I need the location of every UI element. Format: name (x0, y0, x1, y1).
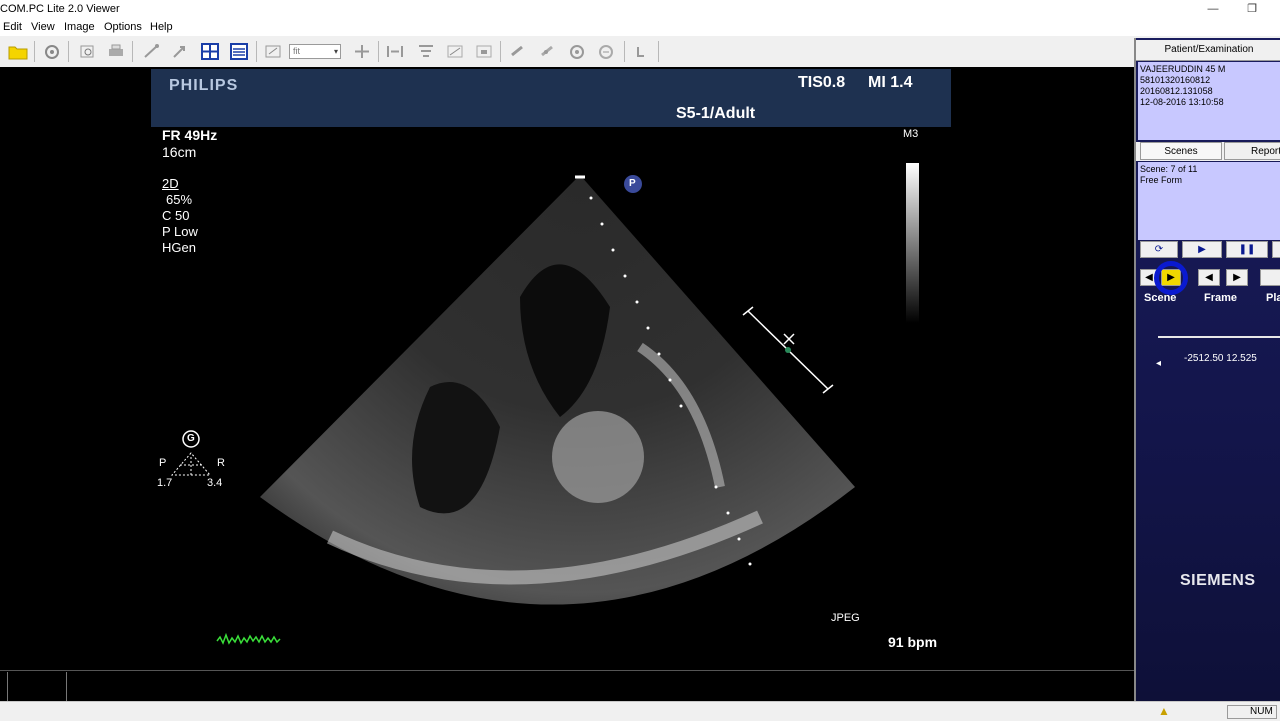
pause-icon: ❚❚ (1238, 244, 1256, 255)
chevron-down-icon: ▾ (333, 47, 338, 56)
link-icon[interactable] (508, 42, 528, 61)
zoom-select-value: fit (293, 46, 301, 56)
loop-button[interactable]: ⟳ (1140, 241, 1178, 258)
target-icon[interactable] (567, 42, 587, 61)
patient-exam-header[interactable]: Patient/Examination (1136, 40, 1280, 61)
filter-icon[interactable] (416, 42, 436, 61)
image-viewer[interactable]: PHILIPS TIS0.8 MI 1.4 S5-1/Adult P G FR … (0, 67, 1134, 702)
valve-mass (552, 411, 644, 503)
toolbar: fit ▾ (0, 36, 1280, 68)
menu-view[interactable]: View (31, 21, 55, 33)
scene-line: Free Form (1140, 175, 1183, 185)
chevron-right-icon: ▶ (1233, 272, 1241, 283)
chevron-left-icon: ◀ (1145, 272, 1153, 283)
m3-label: M3 (903, 128, 919, 140)
scene-info-box: Scene: 7 of 11 Free Form (1138, 162, 1280, 240)
cursor-highlight-ring (1154, 261, 1188, 295)
grid-layout-icon[interactable] (200, 42, 220, 61)
grayscale-bar (906, 163, 919, 323)
warning-icon: ▲ (1158, 704, 1170, 718)
power: P Low (162, 224, 198, 239)
stop-button[interactable] (1272, 241, 1280, 258)
title-bar: COM.PC Lite 2.0 Viewer — ❐ (0, 0, 1280, 19)
pause-button[interactable]: ❚❚ (1226, 241, 1268, 258)
window-title: COM.PC Lite 2.0 Viewer (0, 3, 120, 15)
menu-bar: Edit View Image Options Help (0, 19, 1280, 36)
frame-next-button[interactable]: ▶ (1226, 269, 1248, 286)
print-icon[interactable] (106, 42, 126, 61)
format-label: JPEG (831, 612, 860, 624)
compress: C 50 (162, 208, 190, 223)
reset-icon[interactable] (631, 42, 651, 61)
frame-prev-button[interactable]: ◀ (1198, 269, 1220, 286)
status-bar: ▲ NUM (0, 701, 1280, 721)
depth: 16cm (162, 144, 197, 160)
orient-value-left: 1.7 (157, 477, 173, 489)
patient-line: VAJEERUDDIN 45 M (1140, 64, 1226, 74)
play-button[interactable]: ▶ (1182, 241, 1222, 258)
orient-value-right: 3.4 (207, 477, 223, 489)
frame-slider[interactable] (1158, 336, 1280, 338)
zoom-select[interactable]: fit ▾ (289, 44, 341, 59)
slider-left-arrow-icon[interactable]: ◂ (1156, 358, 1161, 369)
panel-tabs: Scenes Reports (1136, 142, 1280, 161)
minimize-button[interactable]: — (1193, 0, 1233, 19)
slider-value-label: -2512.50 12.525 (1184, 353, 1257, 364)
g-marker-label: G (187, 433, 195, 444)
orientation-triangle (170, 452, 212, 476)
right-panel: Patient/Examination VAJEERUDDIN 45 M 581… (1134, 38, 1280, 701)
menu-edit[interactable]: Edit (3, 21, 22, 33)
chevron-left-icon: ◀ (1205, 272, 1213, 283)
mode-2d: 2D (162, 176, 179, 191)
siemens-logo: SIEMENS (1180, 572, 1256, 589)
patient-line: 12-08-2016 13:10:58 (1140, 97, 1224, 107)
patient-line: 58101320160812 (1140, 75, 1211, 85)
open-folder-icon[interactable] (8, 42, 28, 61)
tab-scenes[interactable]: Scenes (1140, 142, 1222, 160)
harmonic: HGen (162, 240, 196, 255)
caliper-cross (783, 333, 795, 345)
menu-image[interactable]: Image (64, 21, 95, 33)
patient-info-box: VAJEERUDDIN 45 M 58101320160812 20160812… (1138, 62, 1280, 140)
orient-p: P (159, 457, 167, 469)
stamp-icon[interactable] (474, 42, 494, 61)
frame-nav-label: Frame (1204, 292, 1238, 304)
thumbnail-strip[interactable] (0, 670, 1134, 702)
p-marker-label: P (629, 178, 636, 189)
zoom-window-icon[interactable] (78, 42, 98, 61)
magnify-icon[interactable] (170, 42, 190, 61)
frame-rate: FR 49Hz (162, 127, 218, 143)
ecg-trace (216, 632, 281, 645)
num-lock-indicator: NUM (1227, 705, 1277, 719)
play-mode-button[interactable] (1260, 269, 1280, 286)
globe-icon[interactable] (538, 42, 558, 61)
settings-gear-icon[interactable] (42, 42, 62, 61)
scene-line: Scene: 7 of 11 (1140, 164, 1198, 174)
restore-button[interactable]: ❐ (1232, 0, 1272, 19)
flip-icon[interactable] (385, 42, 405, 61)
measure-icon[interactable] (142, 42, 162, 61)
orient-r: R (217, 457, 225, 469)
tab-reports[interactable]: Reports (1224, 142, 1280, 160)
scene-nav-label: Scene (1144, 292, 1177, 304)
rotate-icon[interactable] (263, 42, 283, 61)
image-process-icon[interactable] (445, 42, 465, 61)
heart-rate: 91 bpm (888, 634, 938, 650)
menu-options[interactable]: Options (104, 21, 142, 33)
play-icon: ▶ (1198, 244, 1206, 255)
menu-help[interactable]: Help (150, 21, 173, 33)
hand-icon[interactable] (596, 42, 616, 61)
list-layout-icon[interactable] (229, 42, 249, 61)
play-nav-label: Play (1266, 292, 1280, 304)
patient-line: 20160812.131058 (1140, 86, 1213, 96)
pan-icon[interactable] (352, 42, 372, 61)
thumbnail-cell[interactable] (7, 672, 67, 702)
gain: 65% (166, 192, 193, 207)
loop-icon: ⟳ (1154, 244, 1164, 255)
